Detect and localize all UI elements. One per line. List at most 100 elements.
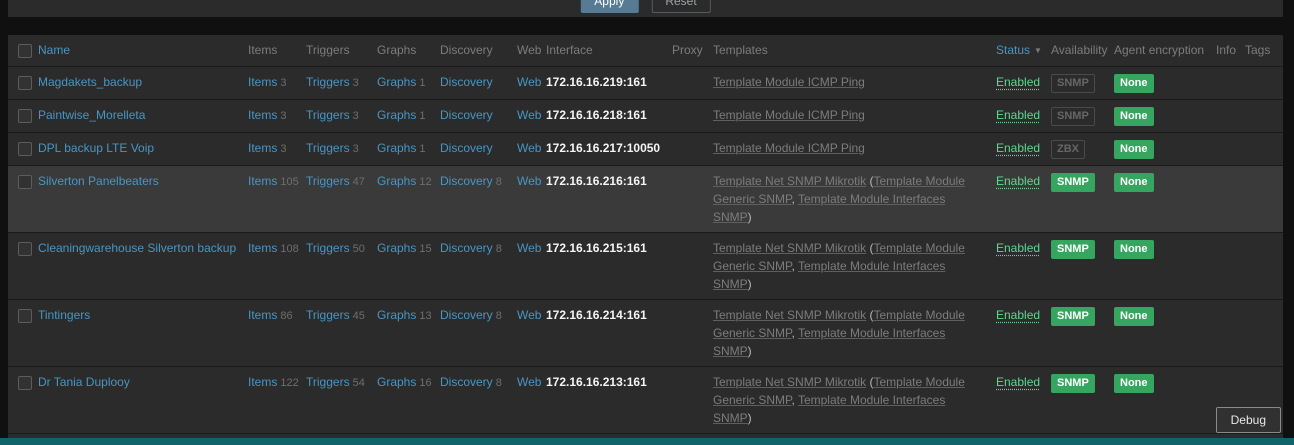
tags-cell (1245, 233, 1283, 299)
host-name-link[interactable]: DPL backup LTE Voip (38, 141, 154, 155)
select-all-checkbox[interactable] (18, 43, 32, 58)
template-separator: ) (747, 344, 752, 358)
host-name-link[interactable]: Tintingers (38, 308, 90, 322)
host-name-link[interactable]: Silverton Panelbeaters (38, 174, 159, 188)
host-name-link[interactable]: Paintwise_Morelleta (38, 108, 145, 122)
web-link[interactable]: Web (517, 108, 541, 122)
web-link[interactable]: Web (517, 241, 541, 255)
triggers-link[interactable]: Triggers (306, 108, 350, 122)
discovery-link[interactable]: Discovery (440, 375, 493, 389)
page-gap (0, 17, 1294, 35)
status-link[interactable]: Enabled (996, 75, 1040, 89)
template-link[interactable]: Template Module ICMP Ping (713, 108, 865, 122)
table-row: DPL backup LTE Voip Items 3 Triggers 3 Gra… (8, 133, 1283, 166)
items-link[interactable]: Items (248, 308, 277, 322)
template-link[interactable]: Template Module ICMP Ping (713, 141, 865, 155)
web-link[interactable]: Web (517, 75, 541, 89)
template-link[interactable]: Template Net SNMP Mikrotik (713, 241, 866, 255)
graphs-count: 1 (419, 77, 426, 89)
items-link[interactable]: Items (248, 75, 277, 89)
items-link[interactable]: Items (248, 141, 277, 155)
discovery-link[interactable]: Discovery (440, 108, 493, 122)
info-cell (1216, 100, 1245, 132)
row-checkbox[interactable] (18, 141, 32, 156)
availability-badge: SNMP (1051, 240, 1095, 259)
triggers-count: 3 (352, 110, 359, 122)
header-info: Info (1216, 43, 1237, 57)
reset-button[interactable]: Reset (651, 0, 711, 13)
discovery-link[interactable]: Discovery (440, 141, 493, 155)
row-checkbox[interactable] (18, 174, 32, 189)
template-separator: ( (866, 174, 874, 188)
discovery-link[interactable]: Discovery (440, 308, 493, 322)
items-link[interactable]: Items (248, 108, 277, 122)
triggers-link[interactable]: Triggers (306, 308, 350, 322)
row-checkbox[interactable] (18, 375, 32, 390)
table-row: Dr Tania Duplooy Items 122 Triggers 54 Gra… (8, 367, 1283, 434)
discovery-link[interactable]: Discovery (440, 241, 493, 255)
graphs-link[interactable]: Graphs (377, 174, 416, 188)
triggers-count: 54 (352, 377, 365, 389)
host-name-link[interactable]: Magdakets_backup (38, 75, 142, 89)
graphs-link[interactable]: Graphs (377, 241, 416, 255)
graphs-link[interactable]: Graphs (377, 141, 416, 155)
web-link[interactable]: Web (517, 174, 541, 188)
interface-address: 172.16.16.214:161 (546, 308, 647, 322)
sort-by-status-link[interactable]: Status (996, 43, 1030, 57)
filter-buttons: Apply Reset (580, 0, 711, 13)
graphs-link[interactable]: Graphs (377, 75, 416, 89)
host-name-link[interactable]: Cleaningwarehouse Silverton backup (38, 241, 236, 255)
host-name-link[interactable]: Dr Tania Duplooy (38, 375, 130, 389)
template-link[interactable]: Template Net SNMP Mikrotik (713, 308, 866, 322)
proxy-cell (672, 233, 713, 299)
row-checkbox[interactable] (18, 75, 32, 90)
items-link[interactable]: Items (248, 375, 277, 389)
template-link[interactable]: Template Net SNMP Mikrotik (713, 375, 866, 389)
proxy-cell (672, 133, 713, 165)
graphs-count: 15 (419, 243, 432, 255)
apply-button[interactable]: Apply (580, 0, 639, 13)
interface-address: 172.16.16.217:10050 (546, 141, 661, 155)
web-link[interactable]: Web (517, 375, 541, 389)
items-count: 108 (280, 243, 299, 255)
info-cell (1216, 133, 1245, 165)
sort-by-name-link[interactable]: Name (38, 43, 70, 57)
status-link[interactable]: Enabled (996, 108, 1040, 122)
discovery-link[interactable]: Discovery (440, 174, 493, 188)
web-link[interactable]: Web (517, 308, 541, 322)
triggers-link[interactable]: Triggers (306, 174, 350, 188)
triggers-link[interactable]: Triggers (306, 141, 350, 155)
web-link[interactable]: Web (517, 141, 541, 155)
row-checkbox[interactable] (18, 241, 32, 256)
triggers-link[interactable]: Triggers (306, 375, 350, 389)
info-cell (1216, 300, 1245, 366)
status-link[interactable]: Enabled (996, 241, 1040, 255)
graphs-link[interactable]: Graphs (377, 375, 416, 389)
status-link[interactable]: Enabled (996, 308, 1040, 322)
discovery-link[interactable]: Discovery (440, 75, 493, 89)
items-count: 3 (280, 77, 287, 89)
sort-desc-icon: ▼ (1034, 46, 1042, 55)
template-separator: ) (747, 210, 752, 224)
template-link[interactable]: Template Module ICMP Ping (713, 75, 865, 89)
header-triggers: Triggers (306, 43, 350, 57)
interface-address: 172.16.16.219:161 (546, 75, 647, 89)
hosts-table: Name Items Triggers Graphs Discovery Web… (8, 35, 1283, 445)
status-link[interactable]: Enabled (996, 141, 1040, 155)
status-link[interactable]: Enabled (996, 174, 1040, 188)
agent-encryption-badge: None (1114, 240, 1154, 259)
graphs-link[interactable]: Graphs (377, 108, 416, 122)
triggers-link[interactable]: Triggers (306, 75, 350, 89)
template-link[interactable]: Template Net SNMP Mikrotik (713, 174, 866, 188)
graphs-link[interactable]: Graphs (377, 308, 416, 322)
items-link[interactable]: Items (248, 241, 277, 255)
triggers-count: 3 (352, 143, 359, 155)
graphs-count: 13 (419, 310, 432, 322)
debug-button[interactable]: Debug (1215, 407, 1281, 433)
header-interface: Interface (546, 43, 593, 57)
items-link[interactable]: Items (248, 174, 277, 188)
row-checkbox[interactable] (18, 308, 32, 323)
triggers-link[interactable]: Triggers (306, 241, 350, 255)
row-checkbox[interactable] (18, 108, 32, 123)
status-link[interactable]: Enabled (996, 375, 1040, 389)
